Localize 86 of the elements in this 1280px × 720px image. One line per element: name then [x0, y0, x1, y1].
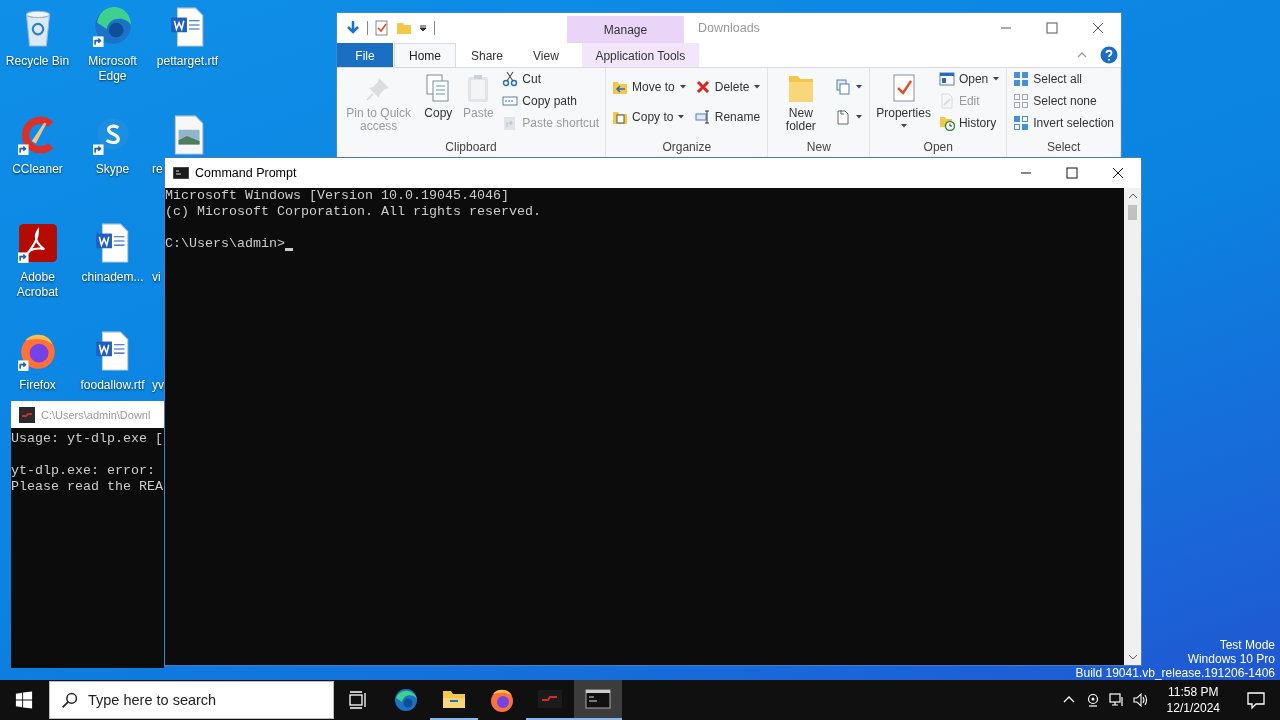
- console-line: Usage: yt-dlp.exe [: [11, 431, 164, 447]
- ribbon-button[interactable]: Cut: [499, 68, 603, 90]
- console-icon: [173, 167, 189, 179]
- empty-grid-icon: [1013, 93, 1030, 109]
- search-icon: [61, 692, 78, 709]
- console-line: (c) Microsoft Corporation. All rights reserved.: [165, 204, 541, 220]
- properties-icon[interactable]: [374, 20, 390, 36]
- icon-label[interactable]: Firefox: [19, 378, 56, 393]
- console-line: Microsoft Windows [Version 10.0.19045.4046]: [165, 188, 509, 204]
- help-icon[interactable]: [1100, 46, 1118, 64]
- text-cursor: [285, 248, 293, 251]
- folder-copy-icon: [612, 109, 629, 125]
- app-icon: [19, 406, 35, 423]
- console-line: yt-dlp.exe: error:: [11, 463, 156, 479]
- browser-icon: [393, 687, 419, 713]
- ribbon-button[interactable]: Copy: [419, 68, 458, 122]
- ribbon-button[interactable]: Invert selection: [1010, 112, 1117, 134]
- console-line: C:\Users\admin>: [165, 236, 285, 252]
- ribbon-button[interactable]: Select all: [1010, 68, 1117, 90]
- edit-icon: [938, 93, 955, 109]
- icon-label[interactable]: foodallow.rtf: [80, 378, 145, 393]
- grid-icon: [1013, 71, 1030, 87]
- window-icon: [938, 71, 955, 87]
- group-label: Clipboard: [444, 140, 498, 154]
- ribbon-button[interactable]: Copy path: [499, 90, 603, 112]
- console-line: Please read the REA: [11, 479, 164, 495]
- window-title: Command Prompt: [195, 166, 297, 180]
- pages-icon: [835, 79, 852, 95]
- icon-label[interactable]: vi: [150, 270, 161, 285]
- icon-label[interactable]: Recycle Bin: [5, 54, 70, 69]
- window-title: C:\Users\admin\Downl: [41, 408, 151, 421]
- ribbon-button[interactable]: History: [935, 112, 1004, 134]
- taskbar-button[interactable]: [574, 680, 622, 720]
- start-button[interactable]: [15, 691, 33, 709]
- group-label: Organize: [661, 140, 713, 154]
- system-notice-text: Windows 10 Pro: [1187, 652, 1275, 666]
- folder-arrow-icon: [612, 79, 629, 95]
- ribbon-tab[interactable]: File: [337, 43, 393, 67]
- document-icon: [835, 109, 852, 125]
- ribbon-button[interactable]: New folder: [771, 68, 831, 135]
- download-icon[interactable]: [345, 20, 361, 36]
- terminal-icon: [585, 686, 611, 712]
- path-icon: [502, 93, 519, 109]
- app-icon[interactable]: [16, 222, 59, 264]
- search-field[interactable]: Type here to search: [49, 681, 334, 719]
- window-title: Downloads: [698, 21, 760, 35]
- ribbon-button[interactable]: Properties: [873, 68, 934, 131]
- task-view-icon[interactable]: [348, 690, 368, 710]
- clock[interactable]: 11:58 PM 12/1/2024: [1156, 684, 1230, 716]
- grid-icon: [1013, 115, 1030, 131]
- delete-icon: [694, 79, 711, 95]
- icon-label[interactable]: re: [150, 162, 163, 177]
- ribbon-tab[interactable]: Share: [456, 43, 519, 67]
- system-notice-text: Build 19041.vb_release.191206-1406: [1075, 666, 1275, 680]
- ribbon-tab[interactable]: View: [518, 43, 574, 67]
- browser-icon: [489, 687, 515, 713]
- ribbon-button[interactable]: Move to: [609, 76, 690, 98]
- ribbon-tab[interactable]: Home: [394, 43, 456, 67]
- scrollbar[interactable]: [1124, 188, 1141, 665]
- icon-label[interactable]: CCleaner: [12, 162, 63, 177]
- history-icon: [938, 115, 955, 131]
- ribbon-button[interactable]: Copy to: [609, 106, 690, 128]
- caret-icon[interactable]: [418, 23, 428, 33]
- icon-label[interactable]: Skype: [95, 162, 130, 177]
- scroll-thumb[interactable]: [1128, 205, 1137, 220]
- notifications-icon[interactable]: [1246, 690, 1266, 710]
- ribbon-tab[interactable]: Application Tools: [581, 43, 699, 67]
- icon-label[interactable]: chinadem...: [81, 270, 144, 285]
- icon-label[interactable]: Microsoft Edge: [76, 54, 149, 84]
- app-icon[interactable]: [91, 6, 134, 48]
- network-icon[interactable]: [1108, 692, 1125, 708]
- rename-icon: [694, 109, 711, 125]
- icon-label[interactable]: Adobe Acrobat: [1, 270, 74, 300]
- ribbon-button[interactable]: Delete: [691, 76, 765, 98]
- volume-icon[interactable]: [1132, 692, 1149, 708]
- ribbon-button[interactable]: Rename: [691, 106, 765, 128]
- group-label: New: [805, 140, 832, 154]
- system-notice-text: Test Mode: [1219, 638, 1275, 652]
- ribbon-button[interactable]: Select none: [1010, 90, 1117, 112]
- icon-label[interactable]: yv: [150, 378, 164, 393]
- icon-label[interactable]: pettarget.rtf: [156, 54, 219, 69]
- scissors-icon: [502, 71, 519, 87]
- ribbon-button[interactable]: Open: [935, 68, 1004, 90]
- group-label: Select: [1045, 140, 1082, 154]
- context-tab-header: Manage: [567, 16, 684, 43]
- group-label: Open: [922, 140, 954, 154]
